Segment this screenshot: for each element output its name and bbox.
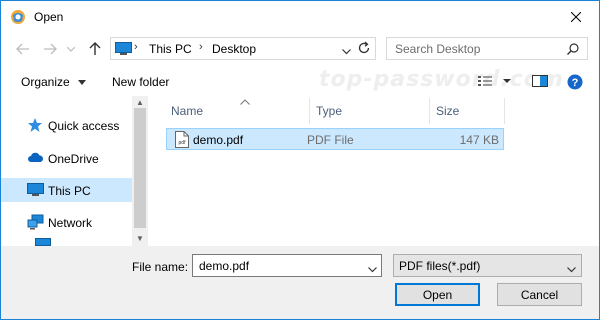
column-header-name[interactable]: Name — [171, 104, 203, 118]
cloud-icon — [27, 150, 44, 169]
nav-label: OneDrive — [48, 152, 99, 166]
forward-arrow-icon — [44, 43, 57, 55]
navigation-pane: Quick access OneDrive This PC Network ▲ … — [1, 96, 148, 246]
file-row[interactable]: pdf demo.pdf PDF File 147 KB — [166, 128, 504, 150]
window-title: Open — [34, 10, 64, 24]
open-dialog: Open › This PC › Desktop Search Desktop … — [0, 0, 600, 320]
help-icon: ? — [567, 74, 583, 90]
svg-text:?: ? — [572, 77, 579, 89]
column-header-size[interactable]: Size — [436, 104, 459, 118]
filename-label: File name: — [132, 260, 189, 274]
breadcrumb-desktop[interactable]: Desktop — [212, 42, 256, 56]
change-view-button[interactable] — [477, 74, 511, 91]
forward-button[interactable] — [41, 40, 59, 58]
address-dropdown-button[interactable] — [342, 44, 351, 58]
pdf-file-icon: pdf — [175, 131, 189, 151]
computer-icon — [115, 42, 132, 58]
chevron-down-icon — [342, 49, 351, 55]
file-size: 147 KB — [459, 133, 499, 147]
filename-dropdown-button[interactable] — [368, 262, 377, 276]
watermark: top-password.com — [319, 67, 564, 92]
search-placeholder: Search Desktop — [395, 42, 481, 56]
view-list-icon — [478, 76, 511, 86]
breadcrumb-separator: › — [199, 41, 203, 53]
scroll-thumb[interactable] — [134, 108, 146, 228]
organize-button[interactable]: Organize — [21, 75, 87, 89]
back-button[interactable] — [14, 40, 32, 58]
refresh-button[interactable] — [357, 41, 371, 58]
organize-label: Organize — [21, 75, 70, 89]
breadcrumb-this-pc[interactable]: This PC — [149, 42, 192, 56]
app-icon — [10, 9, 26, 25]
bottom-panel: File name: demo.pdf PDF files(*.pdf) Ope… — [1, 246, 599, 319]
cancel-button[interactable]: Cancel — [497, 283, 582, 306]
search-input[interactable]: Search Desktop — [386, 37, 588, 60]
star-icon — [27, 117, 43, 136]
recent-locations-button[interactable] — [65, 40, 77, 58]
nav-label: This PC — [48, 184, 91, 198]
dropdown-arrow-icon — [78, 80, 87, 86]
close-icon — [571, 11, 581, 22]
nav-label: Network — [48, 216, 93, 230]
file-type: PDF File — [307, 133, 354, 147]
computer-icon — [27, 182, 44, 201]
nav-item-quick-access[interactable]: Quick access — [1, 113, 132, 137]
column-divider[interactable] — [504, 98, 505, 124]
preview-pane-button[interactable] — [532, 74, 548, 91]
open-button[interactable]: Open — [395, 283, 480, 306]
nav-item-network[interactable]: Network — [1, 210, 132, 234]
scroll-down-icon[interactable]: ▼ — [136, 234, 144, 243]
filetype-value: PDF files(*.pdf) — [399, 259, 481, 273]
chevron-down-icon — [368, 267, 377, 273]
nav-item-onedrive[interactable]: OneDrive — [1, 146, 132, 170]
title-bar: Open — [1, 1, 599, 32]
file-name: demo.pdf — [193, 133, 244, 147]
nav-item-this-pc[interactable]: This PC — [1, 178, 132, 202]
nav-label: Quick access — [48, 119, 120, 133]
chevron-down-icon — [67, 46, 75, 52]
filename-value: demo.pdf — [199, 259, 250, 273]
nav-scrollbar[interactable]: ▲ ▼ — [132, 96, 148, 246]
breadcrumb-separator: › — [134, 41, 138, 53]
refresh-icon — [358, 41, 370, 54]
up-arrow-icon — [89, 42, 101, 55]
address-bar[interactable]: › This PC › Desktop — [110, 37, 376, 60]
column-divider[interactable] — [429, 98, 430, 124]
filename-field[interactable]: demo.pdf — [192, 254, 382, 277]
back-arrow-icon — [16, 43, 29, 55]
new-folder-button[interactable]: New folder — [112, 75, 169, 89]
sort-ascending-icon — [240, 94, 250, 108]
help-button[interactable]: ? — [567, 74, 583, 93]
network-icon — [27, 214, 44, 233]
chevron-down-icon — [567, 262, 576, 276]
close-button[interactable] — [553, 1, 599, 32]
up-button[interactable] — [86, 40, 104, 58]
drive-icon — [35, 238, 51, 246]
file-list-pane: Name Type Size pdf demo.pdf PDF File 147… — [148, 96, 599, 246]
svg-text:pdf: pdf — [179, 140, 187, 146]
column-divider[interactable] — [309, 98, 310, 124]
column-header-type[interactable]: Type — [316, 104, 342, 118]
search-icon — [567, 43, 579, 58]
preview-pane-icon — [532, 75, 548, 87]
scroll-up-icon[interactable]: ▲ — [136, 98, 144, 107]
filetype-select[interactable]: PDF files(*.pdf) — [393, 254, 582, 277]
